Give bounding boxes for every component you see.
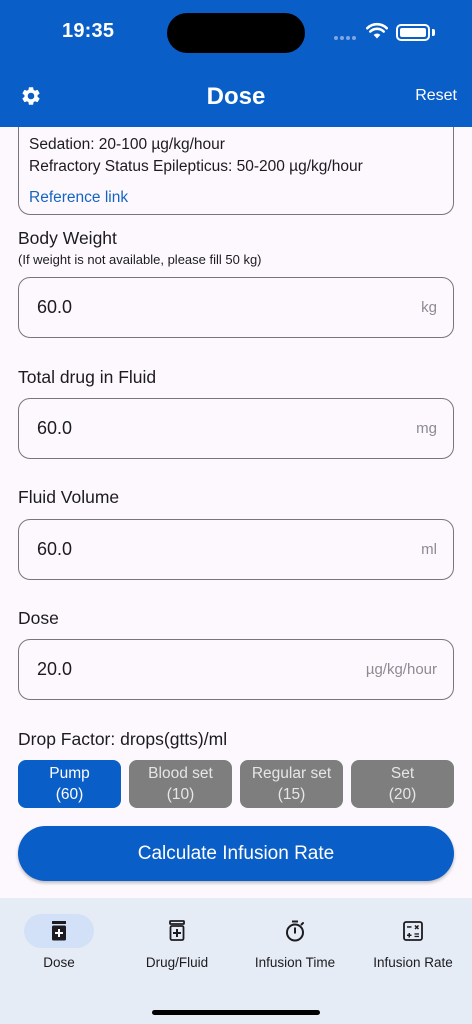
dose-field[interactable]: 20.0 µg/kg/hour <box>18 639 454 700</box>
chip-name: Set <box>390 765 415 782</box>
drop-factor-regular-set-chip[interactable]: Regular set (15) <box>240 760 343 808</box>
page-title: Dose <box>206 83 266 110</box>
timer-icon <box>286 920 304 942</box>
body-weight-label: Body Weight <box>18 228 117 248</box>
medication-bottle-icon <box>52 921 66 941</box>
info-line-sedation: Sedation: 20-100 µg/kg/hour <box>29 136 225 153</box>
medication-bottle-icon <box>169 920 185 941</box>
bottom-navigation: Dose Drug/Fluid Infusion Time Infusion R… <box>0 898 472 1024</box>
fluid-volume-label: Fluid Volume <box>18 487 120 507</box>
battery-nub <box>432 29 435 36</box>
dynamic-island <box>167 13 305 53</box>
nav-item-dose[interactable]: Dose <box>0 898 118 978</box>
chip-value: (15) <box>277 786 306 803</box>
nav-item-infusion-time[interactable]: Infusion Time <box>236 898 354 978</box>
home-indicator <box>152 1010 320 1015</box>
drop-factor-blood-set-chip[interactable]: Blood set (10) <box>129 760 232 808</box>
nav-label: Dose <box>43 955 75 970</box>
fluid-volume-field[interactable]: 60.0 ml <box>18 519 454 580</box>
drop-factor-pump-chip[interactable]: Pump (60) <box>18 760 121 808</box>
nav-label: Infusion Time <box>254 955 336 970</box>
chip-name: Regular set <box>251 765 332 782</box>
wifi-icon <box>366 23 388 39</box>
reset-button[interactable]: Reset <box>415 87 457 105</box>
app-bar: Dose Reset <box>0 64 472 127</box>
calculator-icon <box>403 921 423 941</box>
status-time: 19:35 <box>62 20 115 42</box>
reference-link[interactable]: Reference link <box>29 189 128 207</box>
body-weight-hint: (If weight is not available, please fill… <box>18 252 262 267</box>
dose-unit: µg/kg/hour <box>365 661 437 678</box>
form-content[interactable]: Sedation: 20-100 µg/kg/hour Refractory S… <box>0 127 472 898</box>
drop-factor-label: Drop Factor: drops(gtts)/ml <box>18 729 228 749</box>
battery-icon <box>396 24 430 41</box>
calculate-infusion-rate-button[interactable]: Calculate Infusion Rate <box>18 826 454 881</box>
chip-value: (20) <box>388 786 417 803</box>
status-bar: 19:35 <box>0 0 472 64</box>
nav-item-drug-fluid[interactable]: Drug/Fluid <box>118 898 236 978</box>
body-weight-field[interactable]: 60.0 kg <box>18 277 454 338</box>
total-drug-field[interactable]: 60.0 mg <box>18 398 454 459</box>
total-drug-label: Total drug in Fluid <box>18 367 157 387</box>
fluid-volume-value: 60.0 <box>37 539 73 559</box>
dose-label: Dose <box>18 608 59 628</box>
chip-name: Blood set <box>148 765 213 782</box>
cellular-signal-icon <box>334 36 358 40</box>
nav-label: Infusion Rate <box>373 955 453 970</box>
chip-value: (60) <box>55 786 84 803</box>
dose-value: 20.0 <box>37 659 73 679</box>
body-weight-unit: kg <box>421 299 437 316</box>
dose-info-card: Sedation: 20-100 µg/kg/hour Refractory S… <box>18 127 454 215</box>
drop-factor-set-chip[interactable]: Set (20) <box>351 760 454 808</box>
nav-label: Drug/Fluid <box>145 955 209 970</box>
body-weight-value: 60.0 <box>37 297 73 317</box>
fluid-volume-unit: ml <box>421 541 437 558</box>
chip-name: Pump <box>49 765 90 782</box>
total-drug-value: 60.0 <box>37 418 73 438</box>
info-line-epilepticus: Refractory Status Epilepticus: 50-200 µg… <box>29 158 363 175</box>
nav-item-infusion-rate[interactable]: Infusion Rate <box>354 898 472 978</box>
chip-value: (10) <box>166 786 195 803</box>
total-drug-unit: mg <box>416 420 437 437</box>
